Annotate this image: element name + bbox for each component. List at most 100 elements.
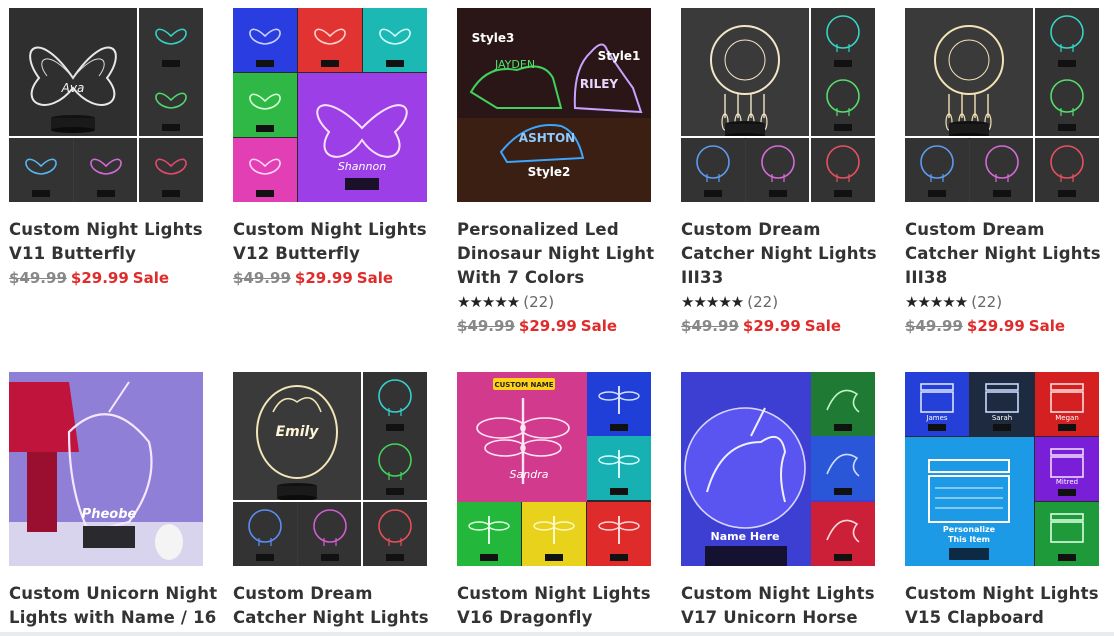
product-title-line: V12 Butterfly bbox=[233, 244, 361, 263]
product-title-line: Dinosaur Night Light bbox=[457, 244, 655, 263]
thumbnail-caption: Megan bbox=[1055, 414, 1079, 422]
product-thumbnail-graphic: Ava bbox=[9, 8, 203, 202]
butterfly-lamp-image[interactable]: Shannon bbox=[233, 8, 427, 202]
product-card[interactable]: Style3 Style1 JAYDEN RILEY ASHTON Style2 Perso… bbox=[457, 8, 655, 338]
sale-price: $29.99 bbox=[966, 317, 1025, 335]
product-title-line: V11 Butterfly bbox=[9, 244, 137, 263]
thumbnail-caption: Style2 bbox=[528, 165, 571, 179]
product-title-link[interactable]: Custom Night Lights V16 Dragonfly bbox=[457, 582, 651, 630]
product-thumbnail-graphic: Style3 Style1 JAYDEN RILEY ASHTON Style2 bbox=[457, 8, 651, 202]
product-thumbnail-graphic: James Sarah Megan Mitred PersonalizeThis Ite… bbox=[905, 372, 1099, 566]
product-title-line: Custom Unicorn Night bbox=[9, 584, 218, 603]
product-title-line: III38 bbox=[905, 268, 948, 287]
thumbnail-caption: ASHTON bbox=[519, 131, 575, 145]
product-card[interactable]: Custom Dream Catcher Night Lights III33 ★★★… bbox=[681, 8, 877, 338]
product-card[interactable]: Pheobe Custom Unicorn Night Lights with Na… bbox=[9, 372, 218, 630]
star-rating-icon: ★★★★★ bbox=[905, 293, 968, 311]
thumbnail-caption: This Item bbox=[948, 535, 990, 544]
thumbnail-caption: Ava bbox=[61, 81, 85, 95]
review-count: (22) bbox=[747, 293, 779, 311]
product-title-line: III33 bbox=[681, 268, 724, 287]
product-title-line: Catcher Night Lights bbox=[905, 244, 1101, 263]
product-rating: ★★★★★ (22) bbox=[905, 290, 1099, 314]
thumbnail-caption: Sandra bbox=[510, 468, 549, 481]
thumbnail-caption: Mitred bbox=[1056, 478, 1078, 486]
product-price: $49.99 $29.99 Sale bbox=[681, 314, 875, 338]
thumbnail-caption: Sarah bbox=[992, 414, 1012, 422]
compare-at-price: $49.99 bbox=[681, 317, 739, 335]
product-title-line: Custom Night Lights bbox=[905, 584, 1099, 603]
unicorn-horse-lamp-image[interactable]: Name Here bbox=[681, 372, 875, 566]
product-title-link[interactable]: Custom Unicorn Night Lights with Name / 1… bbox=[9, 582, 218, 630]
thumbnail-caption: Pheobe bbox=[82, 507, 137, 522]
product-thumbnail-graphic: Pheobe bbox=[9, 372, 203, 566]
compare-at-price: $49.99 bbox=[905, 317, 963, 335]
product-title-line: V17 Unicorn Horse bbox=[681, 608, 858, 627]
thumbnail-caption: RILEY bbox=[580, 77, 619, 91]
product-title-link[interactable]: Custom Dream Catcher Night Lights bbox=[233, 582, 429, 630]
unicorn-lamp-image[interactable]: Pheobe bbox=[9, 372, 203, 566]
product-title-link[interactable]: Custom Dream Catcher Night Lights III38 bbox=[905, 218, 1101, 290]
product-card[interactable]: Emily Custom Dream Catcher Night Lights bbox=[233, 372, 429, 630]
thumbnail-caption: Style1 bbox=[598, 49, 641, 63]
thumbnail-caption: Shannon bbox=[338, 160, 386, 173]
product-thumbnail-graphic bbox=[905, 8, 1099, 202]
dreamcatcher-lamp-image[interactable]: Emily bbox=[233, 372, 427, 566]
product-card[interactable]: Name Here Custom Night Lights V17 Unicorn … bbox=[681, 372, 875, 630]
product-title-line: Personalized Led bbox=[457, 220, 619, 239]
product-card[interactable]: James Sarah Megan Mitred Personalize This Ite… bbox=[905, 372, 1099, 630]
dragonfly-lamp-image[interactable]: CUSTOM NAME Sandra bbox=[457, 372, 651, 566]
product-title-link[interactable]: Custom Night Lights V11 Butterfly bbox=[9, 218, 203, 266]
thumbnail-caption: James bbox=[925, 414, 947, 422]
product-price: $49.99 $29.99 Sale bbox=[9, 266, 203, 290]
dreamcatcher-lamp-image[interactable] bbox=[681, 8, 875, 202]
sale-badge: Sale bbox=[1028, 317, 1066, 335]
product-title-line: Custom Dream bbox=[681, 220, 821, 239]
thumbnail-caption: Personalize bbox=[943, 525, 996, 534]
product-thumbnail-graphic: Shannon bbox=[233, 8, 427, 202]
dreamcatcher-lamp-image[interactable] bbox=[905, 8, 1099, 202]
dinosaur-lamp-image[interactable]: Style3 Style1 JAYDEN RILEY ASHTON Style2 bbox=[457, 8, 651, 202]
product-card[interactable]: Ava Custom Night Lights V11 Butterfly $49.9… bbox=[9, 8, 203, 290]
page-bottom-edge bbox=[0, 632, 1114, 636]
star-rating-icon: ★★★★★ bbox=[681, 293, 744, 311]
compare-at-price: $49.99 bbox=[233, 269, 291, 287]
review-count: (22) bbox=[971, 293, 1003, 311]
thumbnail-caption: Style3 bbox=[472, 31, 515, 45]
product-title-link[interactable]: Custom Night Lights V12 Butterfly bbox=[233, 218, 427, 266]
butterfly-lamp-image[interactable]: Ava bbox=[9, 8, 203, 202]
clapboard-lamp-image[interactable]: James Sarah Megan Mitred Personalize This Ite… bbox=[905, 372, 1099, 566]
product-title-line: With 7 Colors bbox=[457, 268, 585, 287]
product-card[interactable]: CUSTOM NAME Sandra Custom Night Lights V16 … bbox=[457, 372, 651, 630]
product-title-link[interactable]: Custom Dream Catcher Night Lights III33 bbox=[681, 218, 877, 290]
sale-badge: Sale bbox=[132, 269, 170, 287]
sale-badge: Sale bbox=[804, 317, 842, 335]
sale-badge: Sale bbox=[356, 269, 394, 287]
compare-at-price: $49.99 bbox=[9, 269, 67, 287]
product-title-link[interactable]: Personalized Led Dinosaur Night Light With… bbox=[457, 218, 655, 290]
product-card[interactable]: Custom Dream Catcher Night Lights III38 ★★★… bbox=[905, 8, 1101, 338]
product-rating: ★★★★★ (22) bbox=[457, 290, 651, 314]
product-title-line: V15 Clapboard bbox=[905, 608, 1045, 627]
thumbnail-caption: CUSTOM NAME bbox=[494, 381, 553, 389]
product-thumbnail-graphic bbox=[681, 8, 875, 202]
product-title-line: Lights with Name / 16 bbox=[9, 608, 217, 627]
compare-at-price: $49.99 bbox=[457, 317, 515, 335]
product-card[interactable]: Shannon Custom Night Lights V12 Butterfly $… bbox=[233, 8, 427, 290]
sale-badge: Sale bbox=[580, 317, 618, 335]
star-rating-icon: ★★★★★ bbox=[457, 293, 520, 311]
sale-price: $29.99 bbox=[294, 269, 353, 287]
product-title-line: Custom Night Lights bbox=[9, 220, 203, 239]
product-title-line: V16 Dragonfly bbox=[457, 608, 593, 627]
product-thumbnail-graphic: Name Here bbox=[681, 372, 875, 566]
product-price: $49.99 $29.99 Sale bbox=[233, 266, 427, 290]
product-title-link[interactable]: Custom Night Lights V15 Clapboard bbox=[905, 582, 1099, 630]
product-title-link[interactable]: Custom Night Lights V17 Unicorn Horse bbox=[681, 582, 875, 630]
product-title-line: Custom Dream bbox=[905, 220, 1045, 239]
thumbnail-caption: Name Here bbox=[711, 530, 780, 543]
review-count: (22) bbox=[523, 293, 555, 311]
product-title-line: Custom Night Lights bbox=[681, 584, 875, 603]
sale-price: $29.99 bbox=[70, 269, 129, 287]
sale-price: $29.99 bbox=[742, 317, 801, 335]
product-rating: ★★★★★ (22) bbox=[681, 290, 875, 314]
